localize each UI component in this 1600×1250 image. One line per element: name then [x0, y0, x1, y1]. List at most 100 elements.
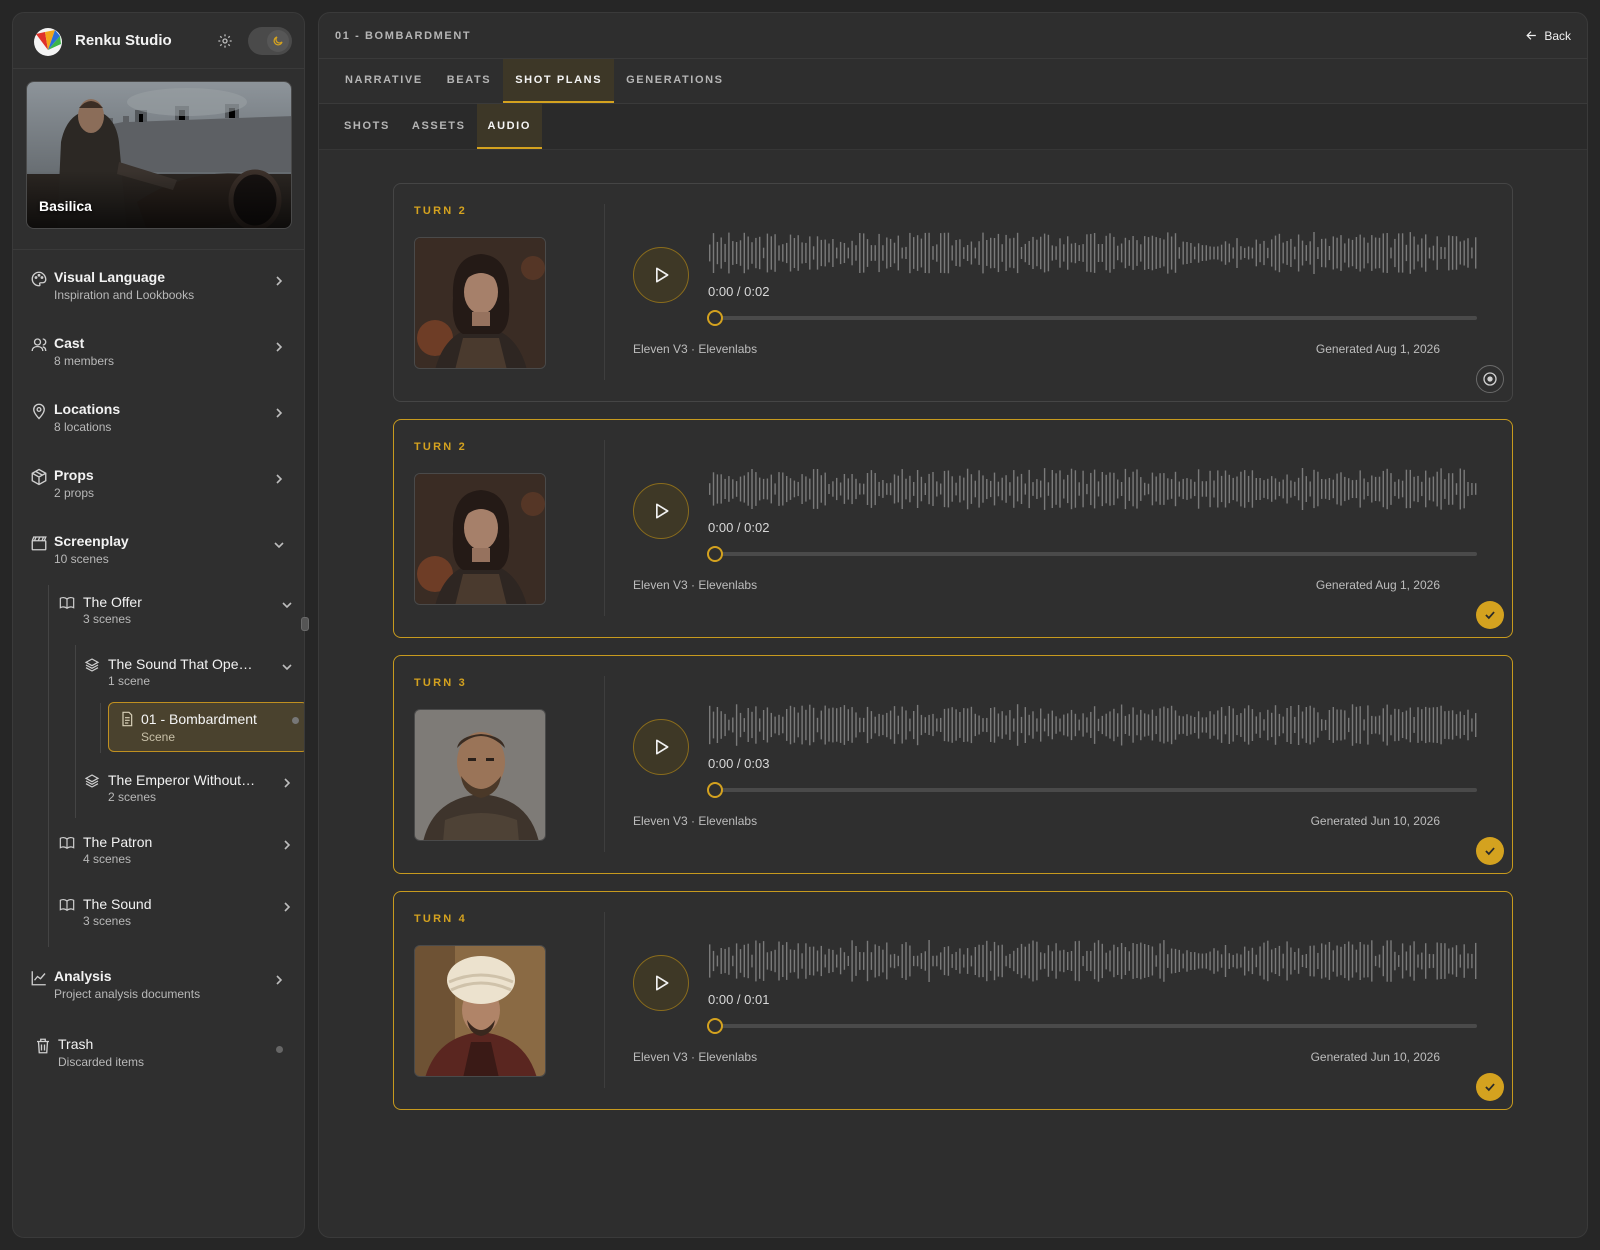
sidebar-item-screenplay[interactable]: Screenplay 10 scenes	[13, 531, 304, 583]
tab-shots[interactable]: SHOTS	[333, 104, 401, 149]
chevron-right-icon	[276, 342, 283, 352]
model-label: Eleven V3 · Elevenlabs	[633, 342, 758, 356]
tab-assets[interactable]: ASSETS	[401, 104, 477, 149]
audio-card[interactable]: TURN 3 0:00 / 0:03 Eleven V3 · Elevenlab…	[393, 655, 1513, 874]
back-label: Back	[1544, 28, 1571, 43]
select-toggle[interactable]	[1476, 1073, 1504, 1101]
app-logo-icon	[34, 27, 62, 56]
tree-item-label: The Patron	[83, 834, 153, 850]
sidebar-item-label: Visual Language	[54, 269, 165, 285]
toggle-knob	[267, 29, 289, 52]
progress-track[interactable]	[714, 316, 1477, 320]
waveform[interactable]	[707, 230, 1477, 276]
play-icon	[656, 975, 669, 991]
tree-item-sub: 3 scenes	[83, 914, 132, 928]
waveform[interactable]	[707, 702, 1477, 748]
tab-narrative[interactable]: NARRATIVE	[333, 59, 435, 103]
back-button[interactable]: Back	[1525, 29, 1571, 43]
tree-item-the-patron[interactable]: The Patron 4 scenes	[59, 833, 291, 873]
waveform[interactable]	[707, 938, 1477, 984]
turn-label: TURN 3	[414, 677, 467, 689]
tree-item-label: The Emperor Without a Throne	[108, 772, 258, 788]
playback-time: 0:00 / 0:02	[708, 284, 770, 299]
tree-guide	[100, 703, 101, 753]
progress-handle[interactable]	[707, 1018, 723, 1034]
progress-handle[interactable]	[707, 310, 723, 326]
secondary-tabs: SHOTS ASSETS AUDIO	[319, 104, 1587, 150]
tree-item-emperor[interactable]: The Emperor Without a Throne 2 scenes	[84, 771, 291, 811]
sidebar-item-analysis[interactable]: Analysis Project analysis documents	[13, 966, 304, 1018]
tree-item-bombardment[interactable]: 01 - Bombardment Scene	[108, 702, 304, 752]
tree-item-sound-opens[interactable]: The Sound That Opens the Wall 1 scene	[84, 655, 292, 695]
select-toggle[interactable]	[1476, 837, 1504, 865]
select-toggle[interactable]	[1476, 601, 1504, 629]
tree-guide	[48, 585, 49, 947]
progress-track[interactable]	[714, 1024, 1477, 1028]
user-icon	[31, 338, 47, 352]
chevron-right-icon	[276, 408, 283, 418]
sidebar-item-trash[interactable]: Trash Discarded items	[13, 1034, 304, 1086]
tree-item-the-offer[interactable]: The Offer 3 scenes	[59, 593, 292, 633]
audio-card[interactable]: TURN 2 0:00 / 0:02 Eleven V3 · Elevenlab…	[393, 183, 1513, 402]
chevron-down-icon	[282, 664, 292, 671]
progress-handle[interactable]	[707, 546, 723, 562]
sidebar-item-sub: 8 members	[54, 354, 115, 368]
progress-track[interactable]	[714, 552, 1477, 556]
moon-icon	[273, 35, 283, 45]
play-icon	[656, 503, 669, 519]
play-icon	[656, 267, 669, 283]
audio-card[interactable]: TURN 4 0:00 / 0:01 Eleven V3 · Elevenlab…	[393, 891, 1513, 1110]
sidebar-item-sub: Inspiration and Lookbooks	[54, 288, 195, 302]
model-label: Eleven V3 · Elevenlabs	[633, 578, 758, 592]
chevron-right-icon	[276, 276, 283, 286]
progress-handle[interactable]	[707, 782, 723, 798]
character-portrait[interactable]	[414, 237, 546, 369]
play-button[interactable]	[633, 483, 689, 539]
waveform[interactable]	[707, 466, 1477, 512]
project-card[interactable]: Basilica	[26, 81, 292, 229]
arrow-left-icon	[1526, 31, 1537, 40]
app-title: Renku Studio	[75, 32, 172, 49]
tab-audio[interactable]: AUDIO	[476, 104, 542, 149]
tree-item-sub: 1 scene	[108, 674, 151, 688]
sidebar-item-cast[interactable]: Cast 8 members	[13, 333, 304, 385]
settings-button[interactable]	[210, 26, 240, 56]
sidebar-item-locations[interactable]: Locations 8 locations	[13, 399, 304, 451]
tab-beats[interactable]: BEATS	[435, 59, 503, 103]
character-portrait[interactable]	[414, 945, 546, 1077]
theme-toggle[interactable]	[248, 26, 292, 55]
chevron-right-icon	[284, 840, 291, 850]
play-button[interactable]	[633, 719, 689, 775]
tree-guide	[75, 645, 76, 818]
turn-label: TURN 2	[414, 441, 467, 453]
play-button[interactable]	[633, 247, 689, 303]
sidebar-item-props[interactable]: Props 2 props	[13, 465, 304, 517]
divider	[604, 440, 605, 616]
sidebar-item-visual-language[interactable]: Visual Language Inspiration and Lookbook…	[13, 267, 304, 319]
palette-icon	[31, 271, 47, 287]
tab-shot-plans[interactable]: SHOT PLANS	[503, 59, 615, 103]
audio-card[interactable]: TURN 2 0:00 / 0:02 Eleven V3 · Elevenlab…	[393, 419, 1513, 638]
primary-tabs: NARRATIVE BEATS SHOT PLANS GENERATIONS	[319, 59, 1587, 104]
progress-track[interactable]	[714, 788, 1477, 792]
sidebar: Renku Studio Basilica Visual Language In…	[12, 12, 305, 1238]
sidebar-item-sub: 8 locations	[54, 420, 112, 434]
select-toggle[interactable]	[1476, 365, 1504, 393]
character-portrait[interactable]	[414, 709, 546, 841]
box-icon	[31, 468, 47, 486]
check-icon	[1485, 611, 1495, 620]
sidebar-item-label: Screenplay	[54, 533, 129, 549]
status-dot	[276, 1046, 283, 1053]
playback-time: 0:00 / 0:02	[708, 520, 770, 535]
tree-item-the-sound[interactable]: The Sound 3 scenes	[59, 895, 291, 935]
sidebar-resize-handle[interactable]	[301, 617, 309, 631]
generated-date: Generated Jun 10, 2026	[1310, 814, 1440, 828]
generated-date: Generated Aug 1, 2026	[1315, 342, 1440, 356]
line-chart-icon	[31, 971, 46, 986]
sidebar-item-sub: 2 props	[54, 486, 95, 500]
character-portrait[interactable]	[414, 473, 546, 605]
tab-generations[interactable]: GENERATIONS	[614, 59, 735, 103]
play-icon	[656, 739, 669, 755]
turn-label: TURN 4	[414, 913, 467, 925]
play-button[interactable]	[633, 955, 689, 1011]
